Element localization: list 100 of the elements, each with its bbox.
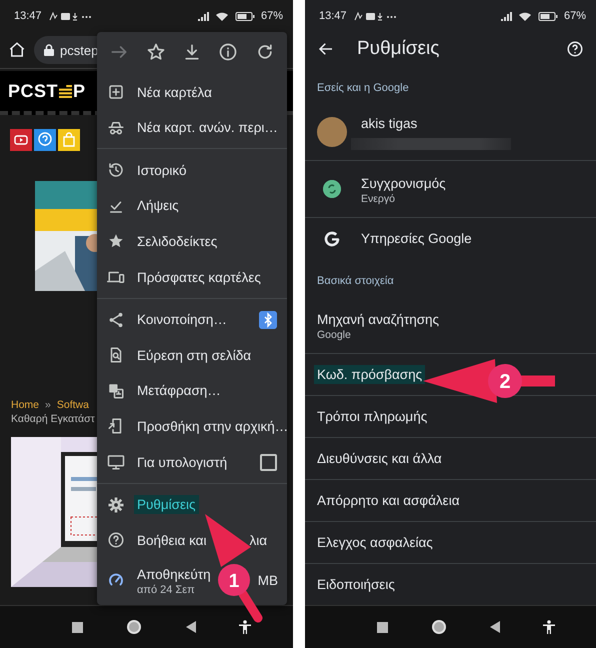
breadcrumb-link[interactable]: Home — [11, 399, 40, 411]
notification-icons — [352, 10, 397, 22]
site-logo-text: PCST — [8, 80, 58, 102]
menu-item[interactable]: Κοινοποίηση… — [97, 302, 287, 338]
account-row[interactable]: akis tigas — [305, 104, 596, 161]
lock-icon — [44, 44, 54, 56]
status-time: 13:47 — [319, 10, 347, 22]
help-icon — [107, 531, 125, 550]
info-icon[interactable] — [218, 42, 238, 62]
settings-icon — [107, 496, 125, 514]
breadcrumb-separator: » — [45, 399, 51, 411]
accessibility-icon[interactable] — [239, 620, 252, 634]
section-header: Εσείς και η Google — [316, 81, 410, 96]
settings-item-label: Ελεγχος ασφαλείας — [316, 534, 434, 552]
settings-item-label: Συγχρονισμός — [360, 174, 447, 192]
settings-item-label: Ειδοποιήσεις — [316, 576, 396, 594]
menu-item-label: Λήψεις — [136, 197, 180, 216]
settings-item-label: Κωδ. πρόσβασης — [314, 365, 426, 384]
bluetooth-icon — [259, 310, 277, 329]
status-time: 13:47 — [14, 10, 42, 22]
menu-item-label: Προσθήκη στην αρχική… — [136, 418, 290, 436]
signal-icon — [196, 10, 209, 22]
menu-item-label: λια — [248, 532, 268, 550]
settings-item-label: Μηχανή αναζήτησης — [316, 310, 440, 328]
notification-icons — [48, 10, 92, 22]
step-number: 2 — [499, 371, 511, 393]
menu-item[interactable]: Προσθήκη στην αρχική… — [97, 408, 287, 444]
breadcrumb-link[interactable]: Softwa — [56, 399, 89, 411]
help-bubble-icon[interactable] — [34, 129, 56, 151]
star-outline-icon[interactable] — [146, 42, 166, 62]
avatar — [317, 117, 347, 147]
settings-item-label: Τρόποι πληρωμής — [316, 408, 428, 426]
menu-item-label: Σελιδοδείκτες — [136, 232, 218, 251]
menu-item[interactable]: Ρυθμίσεις — [97, 486, 287, 522]
settings-item[interactable]: Ελεγχος ασφαλείας — [305, 522, 596, 564]
recents-icon[interactable] — [72, 622, 83, 632]
wifi-icon — [214, 10, 229, 22]
monitor-icon — [107, 453, 125, 472]
settings-item-subtitle: Google — [317, 328, 352, 340]
menu-item-label: Νέα καρτέλα — [136, 84, 213, 102]
google-g-icon — [323, 230, 341, 248]
home-icon[interactable] — [430, 619, 446, 635]
menu-item[interactable]: Νέα καρτέλα — [97, 74, 287, 110]
battery-level: 67% — [260, 10, 283, 22]
settings-item-label: Απόρρητο και ασφάλεια — [316, 492, 461, 510]
menu-item[interactable]: Σελιδοδείκτες — [97, 224, 287, 260]
step-marker — [488, 364, 522, 398]
sync-icon — [323, 180, 341, 198]
battery-level: 67% — [564, 10, 586, 22]
menu-item[interactable]: Εύρεση στη σελίδα — [97, 337, 287, 374]
section-header: Βασικά στοιχεία — [316, 274, 395, 289]
back-icon[interactable] — [490, 621, 500, 633]
settings-item[interactable]: Διευθύνσεις και άλλα — [305, 438, 596, 480]
home-icon[interactable] — [8, 41, 26, 59]
youtube-icon[interactable] — [10, 129, 32, 151]
accessibility-icon[interactable] — [542, 620, 554, 634]
menu-item-label: Νέα καρτ. ανών. περι… — [136, 119, 279, 138]
site-logo-text: P — [73, 80, 86, 102]
menu-item[interactable]: Πρόσφατες καρτέλες — [97, 259, 287, 295]
history-icon — [107, 161, 125, 180]
settings-item[interactable]: Μηχανή αναζήτησης Google — [305, 297, 596, 354]
menu-item[interactable]: Για υπολογιστή — [97, 444, 287, 480]
settings-item[interactable]: Συγχρονισμός Ενεργό — [305, 161, 596, 218]
settings-item-subtitle: Ενεργό — [361, 192, 396, 204]
page-title: Ρυθμίσεις — [357, 38, 440, 60]
wifi-icon — [518, 10, 532, 22]
article-title: Καθαρή Εγκατάστ — [10, 413, 96, 425]
settings-item[interactable]: Υπηρεσίες Google — [305, 218, 596, 259]
signal-icon — [500, 10, 512, 22]
step-marker — [218, 564, 250, 596]
battery-icon — [538, 10, 558, 22]
menu-item-label: MB — [256, 572, 279, 590]
menu-item[interactable]: Μετάφραση… — [97, 373, 287, 409]
plus-box-icon — [107, 83, 125, 102]
settings-item-label: akis tigas — [360, 115, 418, 133]
menu-item-label: Κοινοποίηση… — [136, 311, 228, 330]
translate-icon — [107, 382, 125, 400]
battery-icon — [234, 10, 255, 22]
url-text: pcstep — [60, 42, 98, 58]
stairs-icon — [59, 84, 72, 98]
recents-icon[interactable] — [376, 622, 388, 632]
menu-item-label: Ιστορικό — [136, 162, 188, 180]
menu-item-subtitle: από 24 Σεπ — [136, 584, 196, 596]
help-icon[interactable] — [566, 40, 584, 58]
menu-item[interactable]: Ιστορικό — [97, 152, 287, 188]
settings-item-label: Διευθύνσεις και άλλα — [316, 450, 443, 468]
menu-item-label: Για υπολογιστή — [136, 454, 228, 472]
home-icon[interactable] — [126, 619, 142, 635]
menu-item-label: Ρυθμίσεις — [134, 495, 199, 514]
menu-item[interactable]: Λήψεις — [97, 188, 287, 224]
settings-item-label: Υπηρεσίες Google — [360, 230, 473, 248]
menu-item-label: Αποθηκεύτη — [136, 566, 212, 584]
menu-item-label: Εύρεση στη σελίδα — [136, 346, 252, 365]
step-number: 1 — [228, 571, 240, 592]
back-icon[interactable] — [186, 621, 196, 633]
menu-item[interactable]: Νέα καρτ. ανών. περι… — [97, 110, 287, 146]
checkbox[interactable] — [260, 454, 277, 471]
menu-item-label: Βοήθεια και — [136, 532, 208, 550]
settings-item[interactable]: Απόρρητο και ασφάλεια — [305, 480, 596, 522]
menu-item-label: Πρόσφατες καρτέλες — [136, 268, 262, 287]
